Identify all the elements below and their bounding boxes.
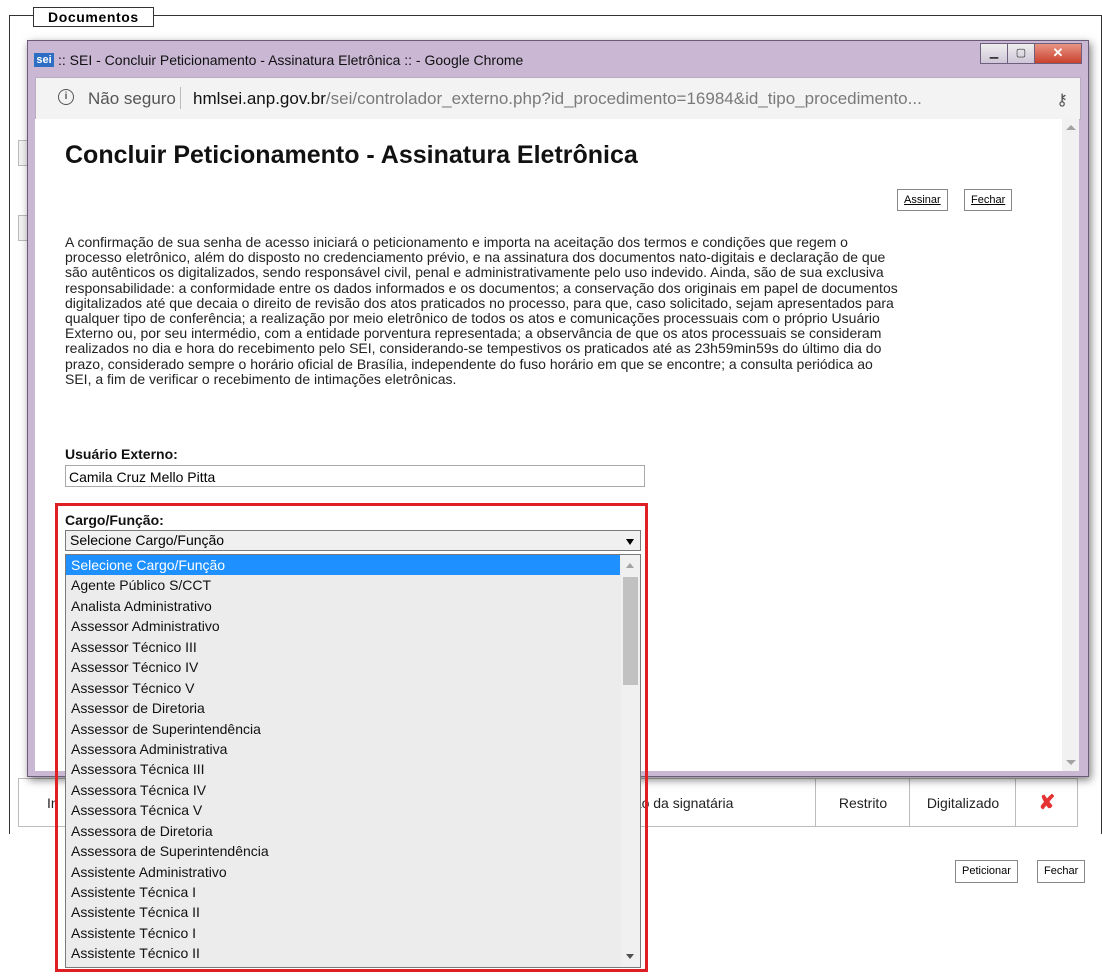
option-item[interactable]: Agente Público S/CCT xyxy=(66,575,620,595)
terms-line: qualquer tipo de conferência; a realizaç… xyxy=(65,310,880,327)
minimize-button[interactable]: ▁ xyxy=(980,43,1008,64)
table-cell-restrito: Restrito xyxy=(815,779,910,826)
option-item[interactable]: Assistente Técnica I xyxy=(66,882,620,902)
terms-line: responsabilidade: a conformidade entre o… xyxy=(65,279,898,296)
option-item[interactable]: Selecione Cargo/Função xyxy=(66,555,620,576)
option-item[interactable]: Assessor Técnico IV xyxy=(66,657,620,677)
remove-document-button[interactable]: ✘ xyxy=(1015,779,1078,826)
option-item[interactable]: Assessor Administrativo xyxy=(66,616,620,636)
window-close-button[interactable]: ✕ xyxy=(1034,43,1082,64)
window-titlebar[interactable]: sei :: SEI - Concluir Peticionamento - A… xyxy=(28,41,1088,77)
option-item[interactable]: Assessora de Diretoria xyxy=(66,821,620,841)
window-title: :: SEI - Concluir Peticionamento - Assin… xyxy=(58,52,524,68)
terms-line: Externo ou, por seu intermédio, com a en… xyxy=(65,325,882,342)
sei-logo-icon: sei xyxy=(34,53,54,67)
options-scrollbar[interactable] xyxy=(621,555,640,967)
table-cell-digitalizado: Digitalizado xyxy=(909,779,1016,826)
terms-line: A confirmação de sua senha de acesso ini… xyxy=(65,234,848,250)
terms-text: A confirmação de sua senha de acesso ini… xyxy=(65,234,1035,387)
scroll-down-icon[interactable] xyxy=(1066,760,1076,765)
documentos-legend: Documentos xyxy=(33,7,154,27)
fechar-button[interactable]: Fechar xyxy=(964,189,1013,211)
cargo-funcao-options[interactable]: Selecione Cargo/Função Agente Público S/… xyxy=(65,554,641,968)
table-cell: In xyxy=(47,794,59,811)
option-item[interactable]: Assessora Técnica IV xyxy=(66,780,620,800)
page-title: Concluir Peticionamento - Assinatura Ele… xyxy=(65,141,638,169)
option-item[interactable]: Assistente Administrativo xyxy=(66,862,620,882)
terms-line: processo eletrônico, além do disposto no… xyxy=(65,249,886,266)
peticionar-button[interactable]: Peticionar xyxy=(955,860,1018,883)
remove-icon: ✘ xyxy=(1038,792,1056,814)
usuario-externo-field[interactable]: Camila Cruz Mello Pitta xyxy=(65,465,645,487)
terms-line: digitalizados até que decaia o direito d… xyxy=(65,294,894,311)
terms-line: SEI, a fim de verificar o recebimento de… xyxy=(65,370,457,387)
option-item[interactable]: Assessora Técnica V xyxy=(66,800,620,820)
terms-line: são autênticos os digitalizados, sendo r… xyxy=(65,264,884,281)
window-controls: ▁ ▢ ✕ xyxy=(980,43,1082,64)
address-separator xyxy=(180,87,181,109)
option-item[interactable]: Assistente Técnico II xyxy=(66,943,620,963)
address-bar[interactable]: i Não seguro hmlsei.anp.gov.br/sei/contr… xyxy=(35,77,1081,120)
option-item[interactable]: Assessor de Superintendência xyxy=(66,719,620,739)
address-url[interactable]: hmlsei.anp.gov.br/sei/controlador_extern… xyxy=(193,89,922,109)
url-domain: hmlsei.anp.gov.br xyxy=(193,89,326,108)
url-path: /sei/controlador_externo.php?id_procedim… xyxy=(325,89,922,108)
option-item[interactable]: Assessor Técnico III xyxy=(66,637,620,657)
option-item[interactable]: Assessora Técnica III xyxy=(66,759,620,779)
info-icon[interactable]: i xyxy=(58,89,74,105)
option-item[interactable]: Assessora Administrativa xyxy=(66,739,620,759)
select-value: Selecione Cargo/Função xyxy=(70,532,225,548)
assinar-button[interactable]: Assinar xyxy=(897,189,948,211)
chevron-down-icon xyxy=(626,539,634,545)
page-scrollbar[interactable] xyxy=(1062,119,1079,771)
option-item[interactable]: Analista Administrativo xyxy=(66,596,620,616)
option-item[interactable]: Assistente Técnica II xyxy=(66,902,620,922)
bg-fechar-button[interactable]: Fechar xyxy=(1037,860,1086,883)
security-status: Não seguro xyxy=(88,89,176,108)
option-item[interactable]: Assessor Técnico V xyxy=(66,678,620,698)
key-icon[interactable]: ⚷ xyxy=(1056,90,1068,110)
scrollbar-thumb[interactable] xyxy=(623,577,638,685)
option-item[interactable]: Assistente Técnico I xyxy=(66,923,620,943)
usuario-externo-label: Usuário Externo: xyxy=(65,446,178,462)
scroll-down-icon[interactable] xyxy=(626,954,634,959)
terms-line: prazo, considerado sempre o horário ofic… xyxy=(65,355,873,372)
scroll-up-icon[interactable] xyxy=(1066,125,1076,130)
option-item[interactable]: Assessor de Diretoria xyxy=(66,698,620,718)
cargo-funcao-label: Cargo/Função: xyxy=(65,512,164,528)
maximize-button[interactable]: ▢ xyxy=(1007,43,1035,64)
terms-line: realizados no dia e hora do recebimento … xyxy=(65,340,882,357)
scroll-up-icon[interactable] xyxy=(626,563,634,568)
cargo-funcao-select[interactable]: Selecione Cargo/Função xyxy=(65,530,641,551)
option-item[interactable]: Assessora de Superintendência xyxy=(66,841,620,861)
